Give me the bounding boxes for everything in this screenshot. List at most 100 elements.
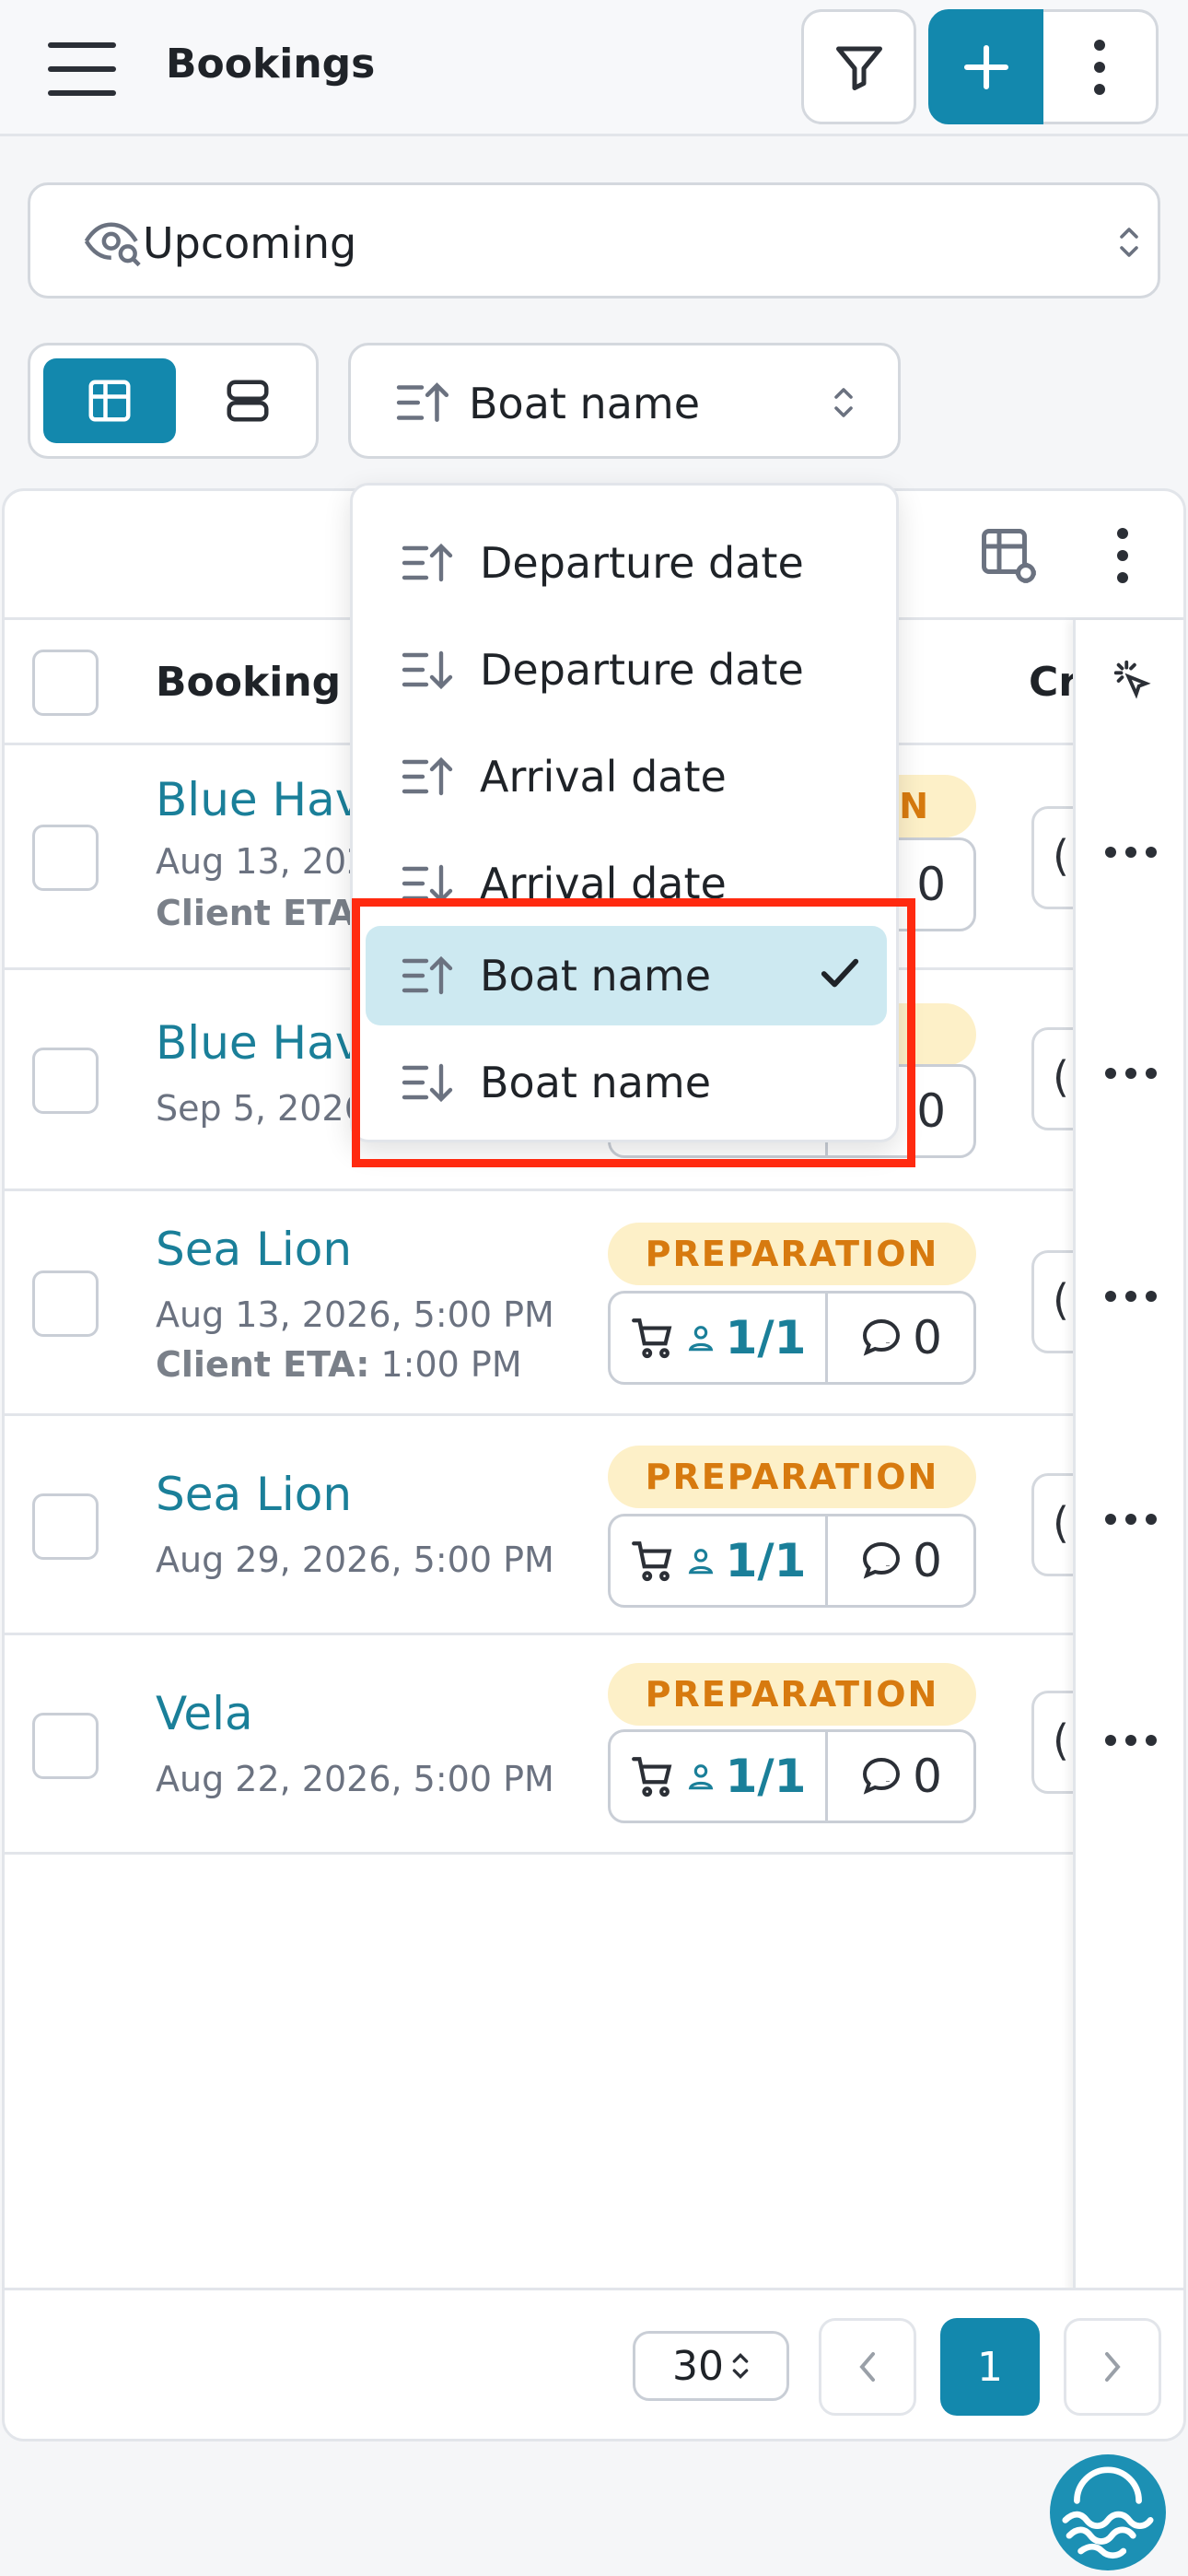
client-eta: Client ETA: 1:00 PM (156, 1344, 522, 1385)
booking-counters: 1/1 0 (608, 1291, 976, 1385)
row-checkbox[interactable] (32, 1270, 99, 1337)
comment-count: 0 (913, 1750, 942, 1803)
row-checkbox[interactable] (32, 1713, 99, 1779)
column-settings-icon[interactable] (979, 526, 1040, 587)
comment-count: 0 (916, 858, 946, 911)
cart-icon (631, 1757, 671, 1797)
select-pointer-icon[interactable] (1111, 659, 1153, 701)
chat-question-icon (863, 1318, 901, 1356)
column-header-created[interactable]: Cr (1029, 659, 1078, 706)
cart-icon (631, 1541, 671, 1582)
wave-logo-icon (1062, 2466, 1154, 2559)
row-more-icon[interactable] (1105, 847, 1157, 858)
rows-icon (227, 380, 269, 422)
select-all-checkbox[interactable] (32, 650, 99, 716)
table-more-icon[interactable] (1117, 528, 1128, 583)
row-more-icon[interactable] (1105, 1068, 1157, 1079)
row-checkbox[interactable] (32, 1048, 99, 1114)
page-title: Bookings (166, 41, 376, 88)
table-row[interactable]: Sea Lion Aug 29, 2026, 5:00 PM PREPARATI… (5, 1416, 1183, 1635)
chevron-left-icon (859, 2352, 875, 2382)
view-select-value: Upcoming (143, 218, 357, 268)
table-view-button[interactable] (43, 358, 176, 443)
booking-counters: 1/1 0 (608, 1729, 976, 1823)
cart-counter[interactable]: 1/1 (611, 1516, 828, 1605)
prev-page-button[interactable] (819, 2318, 916, 2416)
booking-date: Sep 5, 2026 (156, 1088, 367, 1129)
row-checkbox[interactable] (32, 825, 99, 891)
comment-count: 0 (913, 1311, 942, 1364)
table-icon (88, 380, 131, 422)
filter-button[interactable] (801, 9, 916, 124)
view-select[interactable]: Upcoming (28, 182, 1160, 299)
eye-search-icon (84, 222, 141, 267)
cart-counter[interactable]: 1/1 (611, 1294, 828, 1382)
comments-counter[interactable]: 0 (828, 1294, 973, 1382)
booking-date: Aug 29, 2026, 5:00 PM (156, 1540, 554, 1580)
cart-counter[interactable]: 1/1 (611, 1732, 828, 1821)
highlight-box (352, 898, 915, 1167)
more-actions-button[interactable] (1043, 9, 1159, 124)
column-header-booking[interactable]: Booking (156, 659, 341, 706)
sort-option-departure-desc[interactable]: Departure date (366, 620, 887, 720)
booking-date: Aug 22, 2026, 5:00 PM (156, 1759, 554, 1799)
add-booking-button[interactable] (928, 9, 1043, 124)
booking-counters: 1/1 0 (608, 1514, 976, 1608)
sort-ascending-icon (396, 382, 449, 422)
comment-count: 0 (913, 1534, 942, 1587)
pagination: 30 1 (5, 2288, 1183, 2439)
row-actions-column (1073, 620, 1183, 2348)
boat-name-link[interactable]: Sea Lion (156, 1468, 352, 1521)
person-icon (688, 1549, 713, 1575)
next-page-button[interactable] (1064, 2318, 1161, 2416)
chevron-right-icon (1105, 2352, 1121, 2382)
sort-descending-icon (402, 650, 453, 690)
table-row[interactable]: Sea Lion Aug 13, 2026, 5:00 PM Client ET… (5, 1191, 1183, 1416)
sort-select-value: Boat name (469, 379, 701, 428)
sort-option-arrival-asc[interactable]: Arrival date (366, 727, 887, 826)
boat-name-link[interactable]: Vela (156, 1687, 253, 1740)
cart-fraction: 1/1 (725, 1750, 807, 1803)
boat-name-link[interactable]: Blue Hav (156, 1016, 362, 1070)
comments-counter[interactable]: 0 (828, 1516, 973, 1605)
boat-name-link[interactable]: Blue Hav (156, 773, 362, 826)
row-more-icon[interactable] (1105, 1514, 1157, 1525)
page-current[interactable]: 1 (940, 2318, 1040, 2416)
booking-date: Aug 13, 202 (156, 841, 369, 882)
kebab-icon (1094, 39, 1105, 95)
menu-icon[interactable] (46, 37, 118, 101)
sort-ascending-icon (402, 756, 453, 796)
status-badge: PREPARATION (608, 1223, 976, 1285)
chat-question-icon (863, 1541, 901, 1579)
booking-date: Aug 13, 2026, 5:00 PM (156, 1294, 554, 1335)
person-icon (688, 1764, 713, 1790)
card-view-button[interactable] (192, 358, 303, 443)
status-badge: PREPARATION (608, 1446, 976, 1508)
chevron-updown-icon (834, 388, 853, 417)
status-badge: PREPARATION (608, 1663, 976, 1726)
client-eta: Client ETA: (156, 893, 370, 933)
person-icon (688, 1326, 713, 1352)
filter-icon (835, 46, 882, 90)
chat-question-icon (863, 1757, 901, 1795)
cart-icon (631, 1318, 671, 1359)
row-more-icon[interactable] (1105, 1735, 1157, 1746)
boat-name-link[interactable]: Sea Lion (156, 1223, 352, 1276)
sort-ascending-icon (402, 543, 453, 582)
cart-fraction: 1/1 (725, 1534, 807, 1587)
plus-icon (963, 44, 1008, 89)
per-page-select[interactable]: 30 (633, 2331, 789, 2401)
chevron-updown-icon (1120, 228, 1138, 257)
row-more-icon[interactable] (1105, 1291, 1157, 1302)
cart-fraction: 1/1 (725, 1311, 807, 1364)
sort-select[interactable]: Boat name (348, 343, 901, 459)
comments-counter[interactable]: 0 (828, 1732, 973, 1821)
table-row[interactable]: Vela Aug 22, 2026, 5:00 PM PREPARATION 1… (5, 1635, 1183, 1855)
app-header: Bookings (0, 0, 1188, 136)
row-checkbox[interactable] (32, 1493, 99, 1560)
sort-option-departure-asc[interactable]: Departure date (366, 513, 887, 613)
per-page-value: 30 (672, 2342, 724, 2390)
app-logo[interactable] (1050, 2454, 1166, 2570)
layout-toggle (28, 343, 319, 459)
comment-count: 0 (916, 1084, 946, 1138)
